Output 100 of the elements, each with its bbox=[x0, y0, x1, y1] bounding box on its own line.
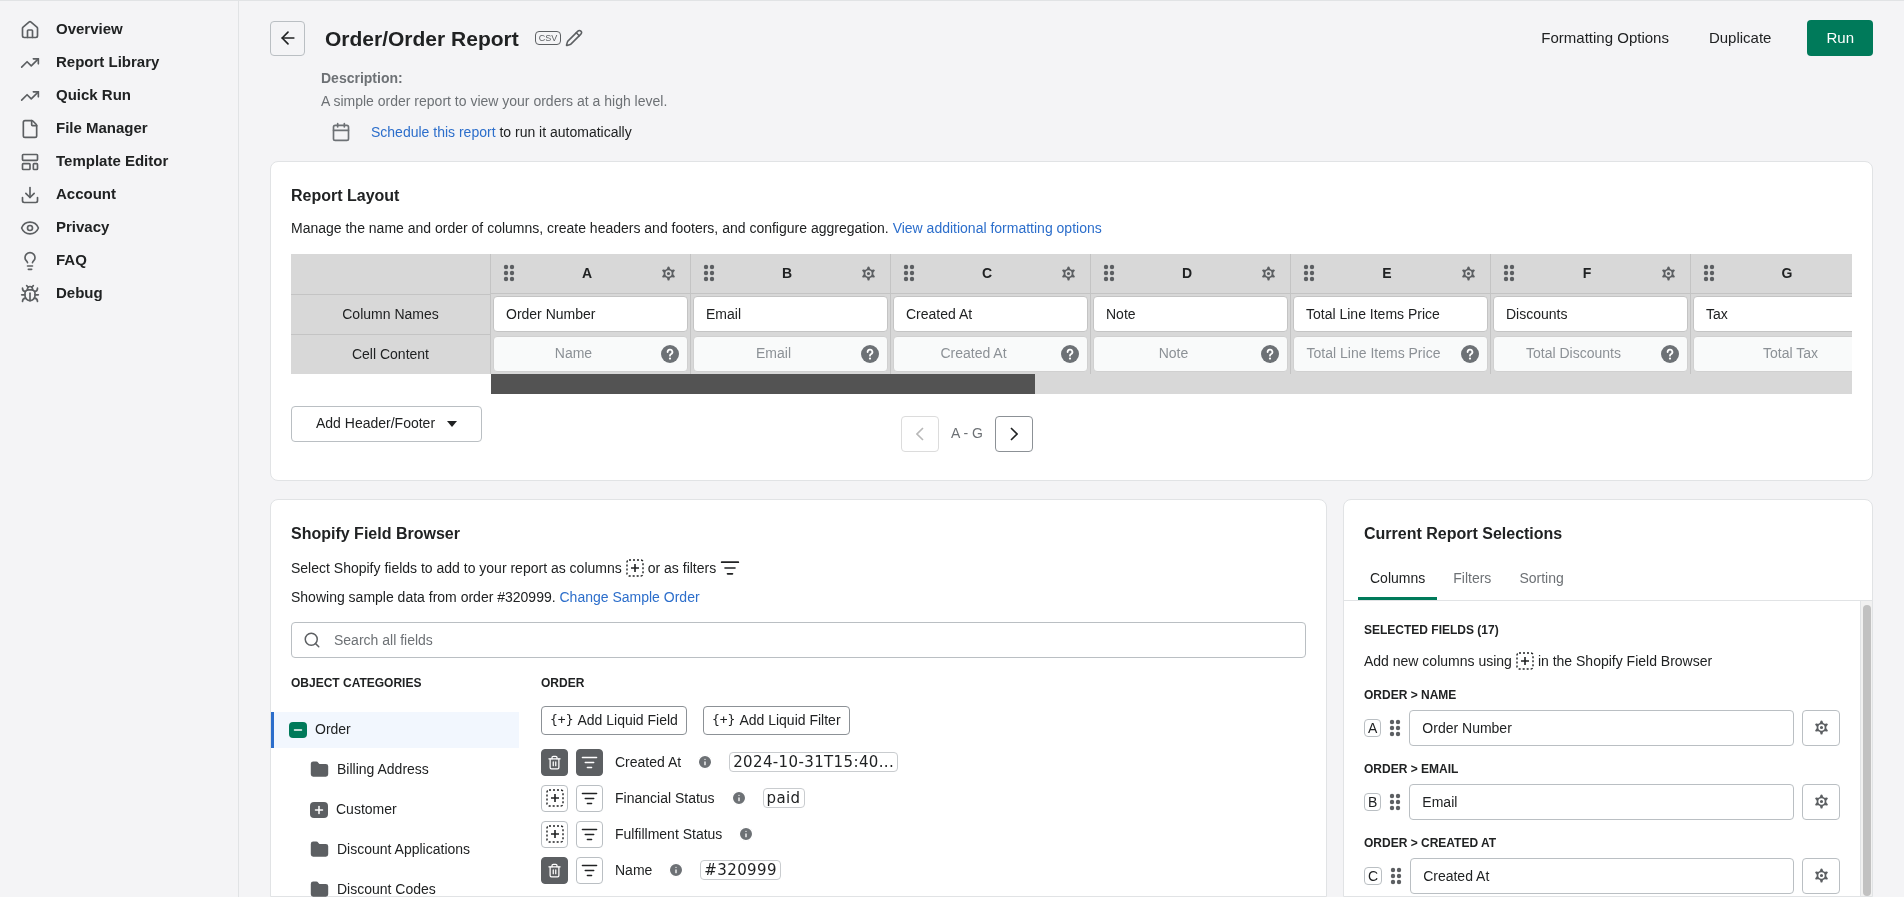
column-header: F bbox=[1491, 253, 1690, 294]
folder-icon bbox=[310, 840, 329, 859]
drag-handle-icon[interactable] bbox=[1303, 264, 1315, 282]
category-item[interactable]: Order bbox=[271, 711, 519, 748]
schedule-link[interactable]: Schedule this report bbox=[371, 123, 496, 140]
file-icon bbox=[20, 118, 40, 139]
next-page-button[interactable] bbox=[995, 415, 1033, 452]
drag-handle-icon[interactable] bbox=[1389, 792, 1402, 811]
remove-column-button[interactable] bbox=[541, 748, 568, 776]
column-name-field[interactable]: Order Number bbox=[493, 295, 688, 332]
help-icon[interactable] bbox=[1461, 344, 1479, 363]
sidebar-item[interactable]: Overview bbox=[0, 13, 238, 46]
filter-button[interactable] bbox=[576, 784, 603, 812]
help-icon[interactable] bbox=[1061, 344, 1079, 363]
column-header: B bbox=[691, 253, 890, 294]
sidebar-item[interactable]: Account bbox=[0, 178, 238, 211]
remove-column-button[interactable] bbox=[541, 856, 568, 884]
column-name-field[interactable]: Tax bbox=[1693, 295, 1852, 332]
row-label: Cell Content bbox=[291, 333, 490, 374]
column-name-field[interactable]: Created At bbox=[893, 295, 1088, 332]
help-icon[interactable] bbox=[661, 344, 679, 363]
help-icon[interactable] bbox=[861, 344, 879, 363]
drag-handle-icon[interactable] bbox=[703, 264, 715, 282]
column-name-field[interactable]: Created At bbox=[1410, 857, 1794, 894]
vertical-scrollbar[interactable] bbox=[1860, 600, 1872, 896]
run-button[interactable]: Run bbox=[1807, 20, 1873, 57]
sidebar-item[interactable]: File Manager bbox=[0, 112, 238, 145]
add-header-footer-button[interactable]: Add Header/Footer bbox=[291, 405, 483, 442]
filter-button[interactable] bbox=[576, 820, 603, 848]
column-name-field[interactable]: Note bbox=[1093, 295, 1288, 332]
sample-text: Showing sample data from order #320999. Change Sample Order bbox=[291, 587, 701, 607]
column-settings-button[interactable] bbox=[1802, 783, 1840, 820]
add-liquid-button[interactable]: {+} Add Liquid Field bbox=[541, 705, 687, 735]
header-action-button[interactable]: Formatting Options bbox=[1529, 19, 1681, 58]
add-column-button[interactable] bbox=[541, 784, 568, 812]
add-column-button[interactable] bbox=[541, 820, 568, 848]
sidebar-item[interactable]: Template Editor bbox=[0, 145, 238, 178]
sample-value: paid bbox=[762, 788, 805, 808]
field-label: Financial Status bbox=[615, 788, 715, 808]
field-path: ORDER > CREATED AT bbox=[1364, 834, 1498, 852]
search-icon bbox=[303, 630, 321, 649]
category-item[interactable]: Discount Codes bbox=[271, 871, 519, 897]
column-name-field[interactable]: Discounts bbox=[1493, 295, 1688, 332]
filter-button[interactable] bbox=[576, 748, 603, 776]
field-path: ORDER > EMAIL bbox=[1364, 760, 1460, 778]
column-name-field[interactable]: Total Line Items Price bbox=[1293, 295, 1488, 332]
info-icon bbox=[668, 862, 685, 878]
column-name-field[interactable]: Email bbox=[1409, 783, 1794, 820]
change-sample-link[interactable]: Change Sample Order bbox=[559, 588, 700, 605]
dashed-plus-icon bbox=[1515, 652, 1534, 670]
search-field[interactable]: Search all fields bbox=[291, 621, 1306, 658]
drag-handle-icon[interactable] bbox=[1703, 264, 1715, 282]
drag-handle-icon[interactable] bbox=[1503, 264, 1515, 282]
drag-handle-icon[interactable] bbox=[1389, 718, 1402, 737]
sidebar-item[interactable]: Debug bbox=[0, 277, 238, 310]
column-letter: A bbox=[1364, 718, 1382, 737]
settings-icon bbox=[1459, 263, 1478, 283]
sample-value: 2024-10-31T15:40... bbox=[729, 752, 899, 772]
card-description: Manage the name and order of columns, create headers and footers, and configure aggregation. View additional formatting options bbox=[291, 218, 1103, 238]
column-header: C bbox=[891, 253, 1090, 294]
add-liquid-button[interactable]: {+} Add Liquid Filter bbox=[702, 705, 850, 735]
column-letter: B bbox=[1364, 792, 1382, 811]
hint-text: Add new columns using bbox=[1364, 651, 1512, 671]
horizontal-scrollbar[interactable] bbox=[491, 373, 1852, 394]
category-item[interactable]: Billing Address bbox=[271, 751, 519, 788]
drag-handle-icon[interactable] bbox=[1390, 866, 1403, 885]
drag-handle-icon[interactable] bbox=[1103, 264, 1115, 282]
filter-button[interactable] bbox=[576, 856, 603, 884]
field-label: Fulfillment Status bbox=[615, 824, 723, 844]
file-type-badge: CSV bbox=[534, 31, 562, 46]
info-icon bbox=[738, 826, 755, 842]
category-item[interactable]: Customer bbox=[271, 791, 519, 828]
header-action-button[interactable]: Duplicate bbox=[1696, 19, 1784, 58]
column-settings-button[interactable] bbox=[1802, 709, 1840, 746]
section-heading: ORDER bbox=[541, 674, 586, 692]
category-item[interactable]: Discount Applications bbox=[271, 831, 519, 868]
sidebar-item[interactable]: Report Library bbox=[0, 46, 238, 79]
drag-handle-icon[interactable] bbox=[503, 264, 515, 282]
column-header: D bbox=[1091, 253, 1290, 294]
formatting-link[interactable]: View additional formatting options bbox=[892, 219, 1102, 236]
row-label: Column Names bbox=[291, 293, 490, 334]
tab[interactable]: Sorting bbox=[1507, 559, 1576, 600]
expand-folder-icon bbox=[310, 801, 328, 818]
settings-icon bbox=[659, 263, 678, 283]
column-name-field[interactable]: Order Number bbox=[1409, 709, 1794, 746]
schedule-text: Schedule this report to run it automatically bbox=[371, 122, 632, 142]
help-icon[interactable] bbox=[1261, 344, 1279, 363]
drag-handle-icon[interactable] bbox=[903, 264, 915, 282]
sidebar-item[interactable]: Privacy bbox=[0, 211, 238, 244]
intro-text: or as filters bbox=[647, 558, 717, 578]
back-button[interactable] bbox=[270, 20, 305, 56]
tab[interactable]: Filters bbox=[1441, 559, 1504, 600]
help-icon[interactable] bbox=[1661, 344, 1679, 363]
tab[interactable]: Columns bbox=[1358, 559, 1438, 600]
dashed-plus-icon bbox=[545, 789, 564, 807]
settings-icon bbox=[1059, 263, 1078, 283]
column-settings-button[interactable] bbox=[1802, 857, 1840, 894]
column-name-field[interactable]: Email bbox=[693, 295, 888, 332]
sidebar-item[interactable]: Quick Run bbox=[0, 79, 238, 112]
sidebar-item[interactable]: FAQ bbox=[0, 244, 238, 277]
